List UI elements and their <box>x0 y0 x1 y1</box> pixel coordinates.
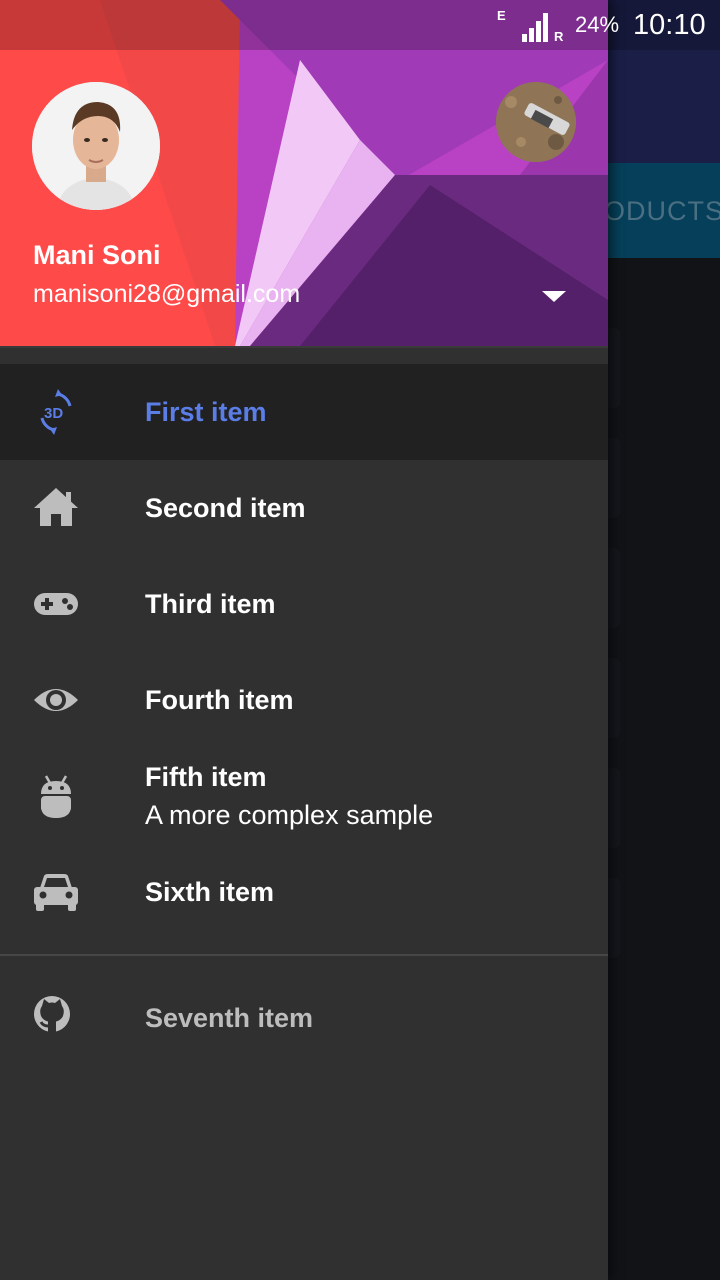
drawer-item-fifth[interactable]: Fifth item A more complex sample <box>0 748 608 844</box>
eye-icon <box>34 689 78 711</box>
drawer-menu: 3D First item Second item Third item Fou… <box>0 364 608 1066</box>
profile-name: Mani Soni <box>33 240 161 270</box>
3d-rotation-icon: 3D <box>40 389 72 435</box>
drawer-item-label: Seventh item <box>145 1003 314 1033</box>
android-icon <box>41 775 71 818</box>
clock: 10:10 <box>633 9 706 41</box>
menu-divider <box>0 954 608 956</box>
status-bar: E R 24% 10:10 <box>0 0 720 50</box>
drawer-item-label: First item <box>145 397 267 427</box>
car-icon <box>34 874 78 911</box>
header-divider <box>0 346 608 348</box>
tab-products[interactable]: ODUCTS <box>604 196 720 227</box>
drawer-item-label: Second item <box>145 493 306 523</box>
svg-text:3D: 3D <box>44 405 63 422</box>
drawer-item-first[interactable]: 3D First item <box>0 364 608 460</box>
network-type: E <box>497 8 506 23</box>
profile-avatar[interactable] <box>32 82 160 210</box>
signal-icon: R <box>522 13 564 42</box>
drawer-item-label: Fifth item <box>145 762 267 792</box>
account-dropdown-arrow-icon[interactable] <box>540 289 568 303</box>
drawer-item-second[interactable]: Second item <box>0 460 608 556</box>
profile-email: manisoni28@gmail.com <box>33 280 301 308</box>
drawer-header: Mani Soni manisoni28@gmail.com <box>0 0 608 346</box>
secondary-account-avatar[interactable] <box>496 82 576 162</box>
drawer-item-seventh[interactable]: Seventh item <box>0 970 608 1066</box>
home-icon <box>34 488 78 526</box>
battery-level: 24% <box>575 12 620 37</box>
drawer-item-label: Fourth item <box>145 685 294 715</box>
drawer-item-label: Sixth item <box>145 877 275 907</box>
drawer-item-third[interactable]: Third item <box>0 556 608 652</box>
drawer-item-sixth[interactable]: Sixth item <box>0 844 608 940</box>
github-icon <box>34 996 70 1033</box>
drawer-item-subtitle: A more complex sample <box>145 800 434 830</box>
gamepad-icon <box>34 593 78 615</box>
navigation-drawer: Mani Soni manisoni28@gmail.com 3D First … <box>0 0 608 1280</box>
drawer-item-fourth[interactable]: Fourth item <box>0 652 608 748</box>
roaming-indicator: R <box>554 29 564 42</box>
drawer-item-label: Third item <box>145 589 276 619</box>
